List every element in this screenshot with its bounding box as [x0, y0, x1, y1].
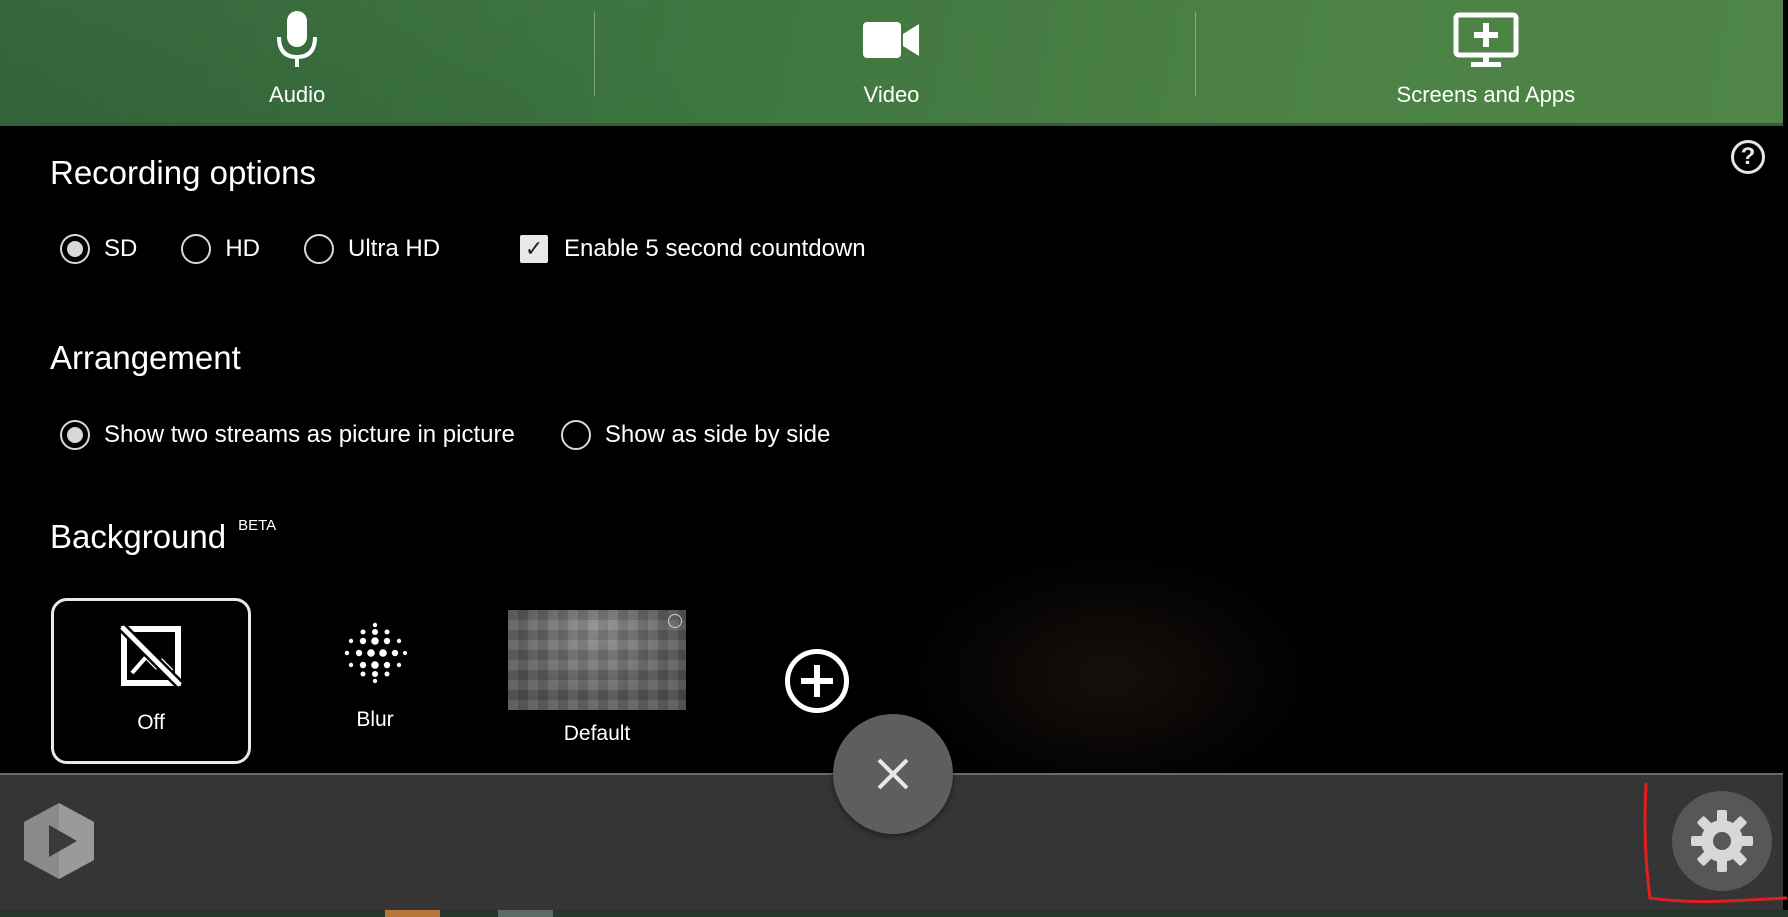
arrangement-title: Arrangement: [50, 339, 241, 376]
background-off-label: Off: [137, 711, 165, 734]
source-bar: Audio Video Screens and Apps: [0, 0, 1783, 126]
quality-sd-radio[interactable]: [60, 234, 90, 264]
taskbar-strip: [0, 910, 1788, 917]
arrangement-pip-option[interactable]: Show two streams as picture in picture: [60, 420, 515, 450]
arrangement-side-radio[interactable]: [560, 420, 591, 450]
arrangement-options: Show two streams as picture in picture S…: [60, 420, 830, 450]
arrangement-side-label: Show as side by side: [604, 421, 831, 448]
blur-icon: [342, 598, 408, 708]
recorder-window: Audio Video Screens and Apps ? Recording…: [0, 0, 1788, 917]
background-default-label: Default: [563, 722, 631, 745]
quality-hd-label: HD: [225, 235, 261, 262]
taskbar-item: [385, 910, 440, 917]
settings-button[interactable]: [1672, 791, 1772, 891]
quality-uhd-radio[interactable]: [304, 234, 335, 264]
countdown-checkbox[interactable]: ✓: [520, 235, 549, 263]
tab-audio-label: Audio: [269, 82, 326, 107]
quality-uhd-label: Ultra HD: [348, 235, 441, 262]
video-camera-icon: [863, 10, 920, 70]
background-title-text: Background: [50, 518, 227, 555]
arrangement-side-option[interactable]: Show as side by side: [560, 420, 831, 450]
background-default-tile[interactable]: Default: [497, 598, 697, 764]
tab-video-label: Video: [863, 82, 920, 107]
tab-audio[interactable]: Audio: [0, 0, 594, 123]
app-logo-icon: [24, 803, 94, 879]
taskbar-item: [498, 910, 553, 917]
quality-hd-radio[interactable]: [181, 234, 212, 264]
add-background-button[interactable]: [785, 649, 849, 713]
countdown-label: Enable 5 second countdown: [564, 235, 866, 262]
background-blur-label: Blur: [356, 708, 394, 731]
arrangement-pip-radio[interactable]: [60, 420, 90, 450]
quality-options: SD HD Ultra HD ✓ Enable 5 second countdo…: [60, 234, 866, 264]
quality-hd-option[interactable]: HD: [181, 234, 260, 264]
quality-sd-label: SD: [104, 235, 138, 262]
background-off-tile[interactable]: Off: [51, 598, 251, 764]
tab-screens[interactable]: Screens and Apps: [1189, 0, 1783, 123]
help-icon[interactable]: ?: [1731, 140, 1765, 174]
close-button[interactable]: [833, 714, 953, 834]
quality-sd-option[interactable]: SD: [60, 234, 137, 264]
tab-video[interactable]: Video: [594, 0, 1188, 123]
background-blur-tile[interactable]: Blur: [275, 598, 475, 764]
background-title: Background BETA: [50, 517, 277, 556]
gear-icon: [1691, 810, 1753, 872]
countdown-option[interactable]: ✓ Enable 5 second countdown: [520, 235, 866, 263]
quality-uhd-option[interactable]: Ultra HD: [304, 234, 440, 264]
no-image-icon: [118, 601, 184, 711]
options-panel: ? Recording options SD HD Ultra HD ✓ Ena…: [0, 126, 1783, 771]
default-background-thumbnail: [508, 610, 686, 710]
play-badge-icon: [668, 614, 682, 628]
arrangement-pip-label: Show two streams as picture in picture: [104, 421, 515, 448]
plus-icon: [801, 665, 833, 697]
microphone-icon: [275, 10, 319, 70]
recording-options-title: Recording options: [50, 154, 316, 191]
screen-add-icon: [1453, 10, 1519, 70]
close-icon: [877, 758, 909, 790]
beta-badge: BETA: [238, 517, 277, 534]
tab-screens-label: Screens and Apps: [1396, 82, 1576, 107]
